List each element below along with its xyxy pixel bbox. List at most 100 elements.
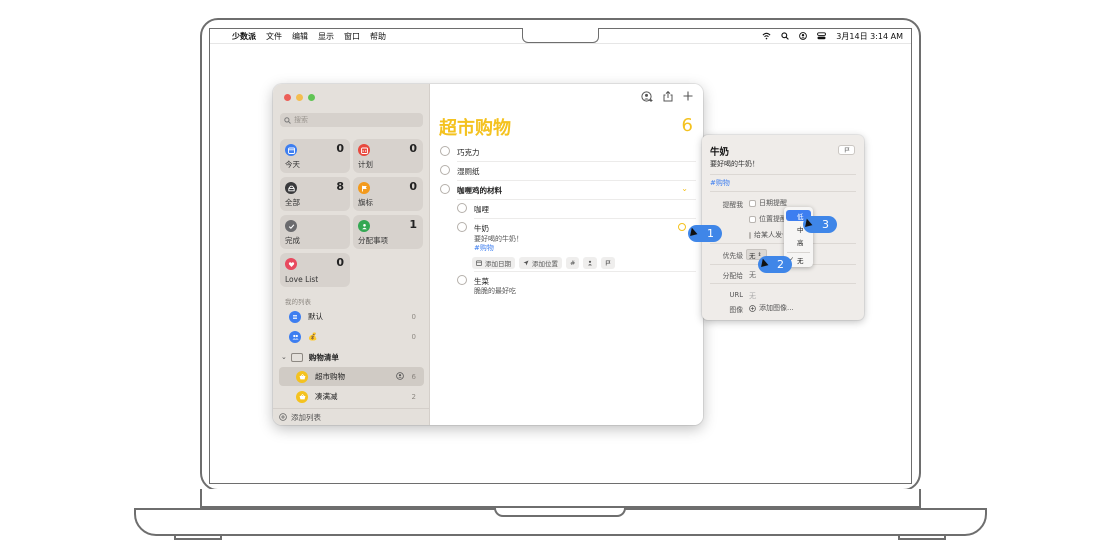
priority-option-none-label: 无: [797, 256, 804, 265]
subtask-row-selected[interactable]: 牛奶 要好喝的牛奶！ #购物 添加日期 添加位置 #: [455, 222, 696, 272]
window-controls: [284, 94, 315, 101]
share-people-icon[interactable]: [641, 91, 653, 105]
task-title[interactable]: 咖喱鸡的材料: [457, 185, 502, 196]
sidebar-item-discount[interactable]: 凑满减 2: [279, 387, 424, 406]
reminder-info-popover: 牛奶 要好喝的牛奶！ #购物 提醒我 日期提醒 位置提醒 给某人发信息时 优先级…: [702, 135, 864, 320]
minimize-button[interactable]: [296, 94, 303, 101]
search-icon: [284, 116, 291, 124]
subtask-row[interactable]: 咖哩: [455, 203, 696, 219]
screen: 少数派 文件 编辑 显示 窗口 帮助 3月14日 3:14 AM 搜索 0 今天…: [0, 0, 1120, 560]
smart-list-assigned[interactable]: 1 分配事项: [353, 215, 423, 249]
menu-file[interactable]: 文件: [266, 31, 282, 42]
task-checkbox[interactable]: [457, 203, 467, 213]
share-icon[interactable]: [663, 90, 673, 105]
smart-list-completed[interactable]: 完成: [280, 215, 350, 249]
smart-list-flagged[interactable]: 0 旗标: [353, 177, 423, 211]
add-list-button[interactable]: 添加列表: [273, 408, 430, 425]
search-placeholder: 搜索: [294, 116, 308, 124]
reminders-window: 搜索 0 今天 0 计划 8 全部 0 旗标 完成 1 分配事项 0 Love …: [273, 84, 703, 425]
add-date-chip[interactable]: 添加日期: [472, 257, 515, 269]
location-reminder-checkbox[interactable]: 位置提醒: [749, 214, 787, 224]
info-icon[interactable]: [678, 223, 686, 231]
smart-list-label: 全部: [285, 198, 300, 207]
smart-list-today[interactable]: 0 今天: [280, 139, 350, 173]
add-location-chip[interactable]: 添加位置: [519, 257, 562, 269]
message-reminder-checkbox[interactable]: 给某人发信息时: [749, 230, 783, 240]
task-checkbox[interactable]: [440, 146, 450, 156]
flag-icon: [606, 260, 611, 266]
subtask-row[interactable]: 生菜 脆脆的最好吃: [455, 275, 696, 299]
sidebar-item-label: 默认: [308, 312, 323, 321]
laptop-foot-right: [898, 536, 946, 540]
chevron-down-icon[interactable]: ⌄: [281, 353, 287, 361]
task-row[interactable]: 咖喱鸡的材料 ⌄: [438, 184, 696, 200]
assign-chip[interactable]: [583, 257, 598, 269]
search-icon[interactable]: [781, 31, 790, 42]
task-note[interactable]: 脆脆的最好吃: [474, 286, 516, 296]
sidebar-item-money[interactable]: 💰 0: [279, 327, 424, 346]
menu-app-name[interactable]: 少数派: [232, 31, 256, 42]
task-title[interactable]: 巧克力: [457, 147, 480, 158]
task-tag[interactable]: #购物: [474, 243, 494, 253]
location-reminder-label: 位置提醒: [759, 215, 787, 223]
url-field[interactable]: 无: [749, 291, 756, 301]
assign-label: 分配给: [722, 272, 743, 280]
task-checkbox[interactable]: [440, 165, 450, 175]
list-count: 6: [681, 115, 693, 136]
basket-icon: [296, 370, 308, 383]
smart-list-label: Love List: [285, 275, 319, 284]
person-icon: [588, 260, 593, 266]
smart-list-love-list[interactable]: 0 Love List: [280, 253, 350, 287]
sidebar-item-supermarket[interactable]: 超市购物 6: [279, 367, 424, 386]
location-arrow-icon: [523, 260, 529, 266]
wifi-icon[interactable]: [762, 32, 771, 42]
shared-person-icon: [396, 371, 404, 382]
task-checkbox[interactable]: [457, 275, 467, 285]
flag-toggle-button[interactable]: [838, 145, 855, 155]
flag-chip[interactable]: [601, 257, 616, 269]
chevron-down-icon[interactable]: ⌄: [681, 184, 688, 193]
task-checkbox[interactable]: [440, 184, 450, 194]
task-row[interactable]: 湿厕纸: [438, 165, 696, 181]
calendar-icon: [285, 144, 297, 156]
task-checkbox[interactable]: [457, 222, 467, 232]
sidebar-group-shopping[interactable]: ⌄ 购物清单: [279, 349, 424, 365]
priority-option-high[interactable]: 高: [786, 236, 811, 247]
task-title[interactable]: 牛奶: [474, 223, 489, 234]
sidebar-group-label: 购物清单: [308, 352, 339, 362]
popover-title[interactable]: 牛奶: [710, 144, 729, 158]
menu-view[interactable]: 显示: [318, 31, 334, 42]
assign-value[interactable]: 无: [749, 270, 756, 280]
popover-tag[interactable]: #购物: [710, 178, 730, 188]
date-reminder-checkbox[interactable]: 日期提醒: [749, 198, 787, 208]
menu-window[interactable]: 窗口: [344, 31, 360, 42]
person-icon: [358, 220, 370, 232]
search-input[interactable]: 搜索: [280, 113, 423, 127]
smart-list-label: 分配事项: [358, 236, 388, 245]
smart-list-count: 1: [409, 218, 417, 231]
add-image-button[interactable]: 添加图像...: [749, 303, 794, 313]
menu-clock[interactable]: 3月14日 3:14 AM: [836, 31, 903, 42]
add-list-label: 添加列表: [291, 412, 321, 422]
priority-select-value: 无: [749, 251, 756, 260]
sidebar-item-default[interactable]: 默认 0: [279, 307, 424, 326]
add-icon[interactable]: [683, 91, 693, 105]
shared-list-icon: [289, 330, 301, 343]
toolbar: [641, 90, 693, 105]
task-title[interactable]: 咖哩: [474, 204, 489, 215]
task-title[interactable]: 湿厕纸: [457, 166, 480, 177]
smart-list-all[interactable]: 8 全部: [280, 177, 350, 211]
user-account-icon[interactable]: [799, 31, 808, 42]
menu-help[interactable]: 帮助: [370, 31, 386, 42]
add-tag-chip[interactable]: #: [566, 257, 580, 269]
step-number: 3: [822, 218, 829, 231]
divider: [710, 243, 856, 244]
close-button[interactable]: [284, 94, 291, 101]
control-center-icon[interactable]: [817, 31, 827, 42]
smart-list-scheduled[interactable]: 0 计划: [353, 139, 423, 173]
popover-note[interactable]: 要好喝的牛奶！: [710, 159, 759, 169]
task-row[interactable]: 巧克力: [438, 146, 696, 162]
laptop-base-notch: [494, 508, 626, 517]
zoom-button[interactable]: [308, 94, 315, 101]
menu-edit[interactable]: 编辑: [292, 31, 308, 42]
